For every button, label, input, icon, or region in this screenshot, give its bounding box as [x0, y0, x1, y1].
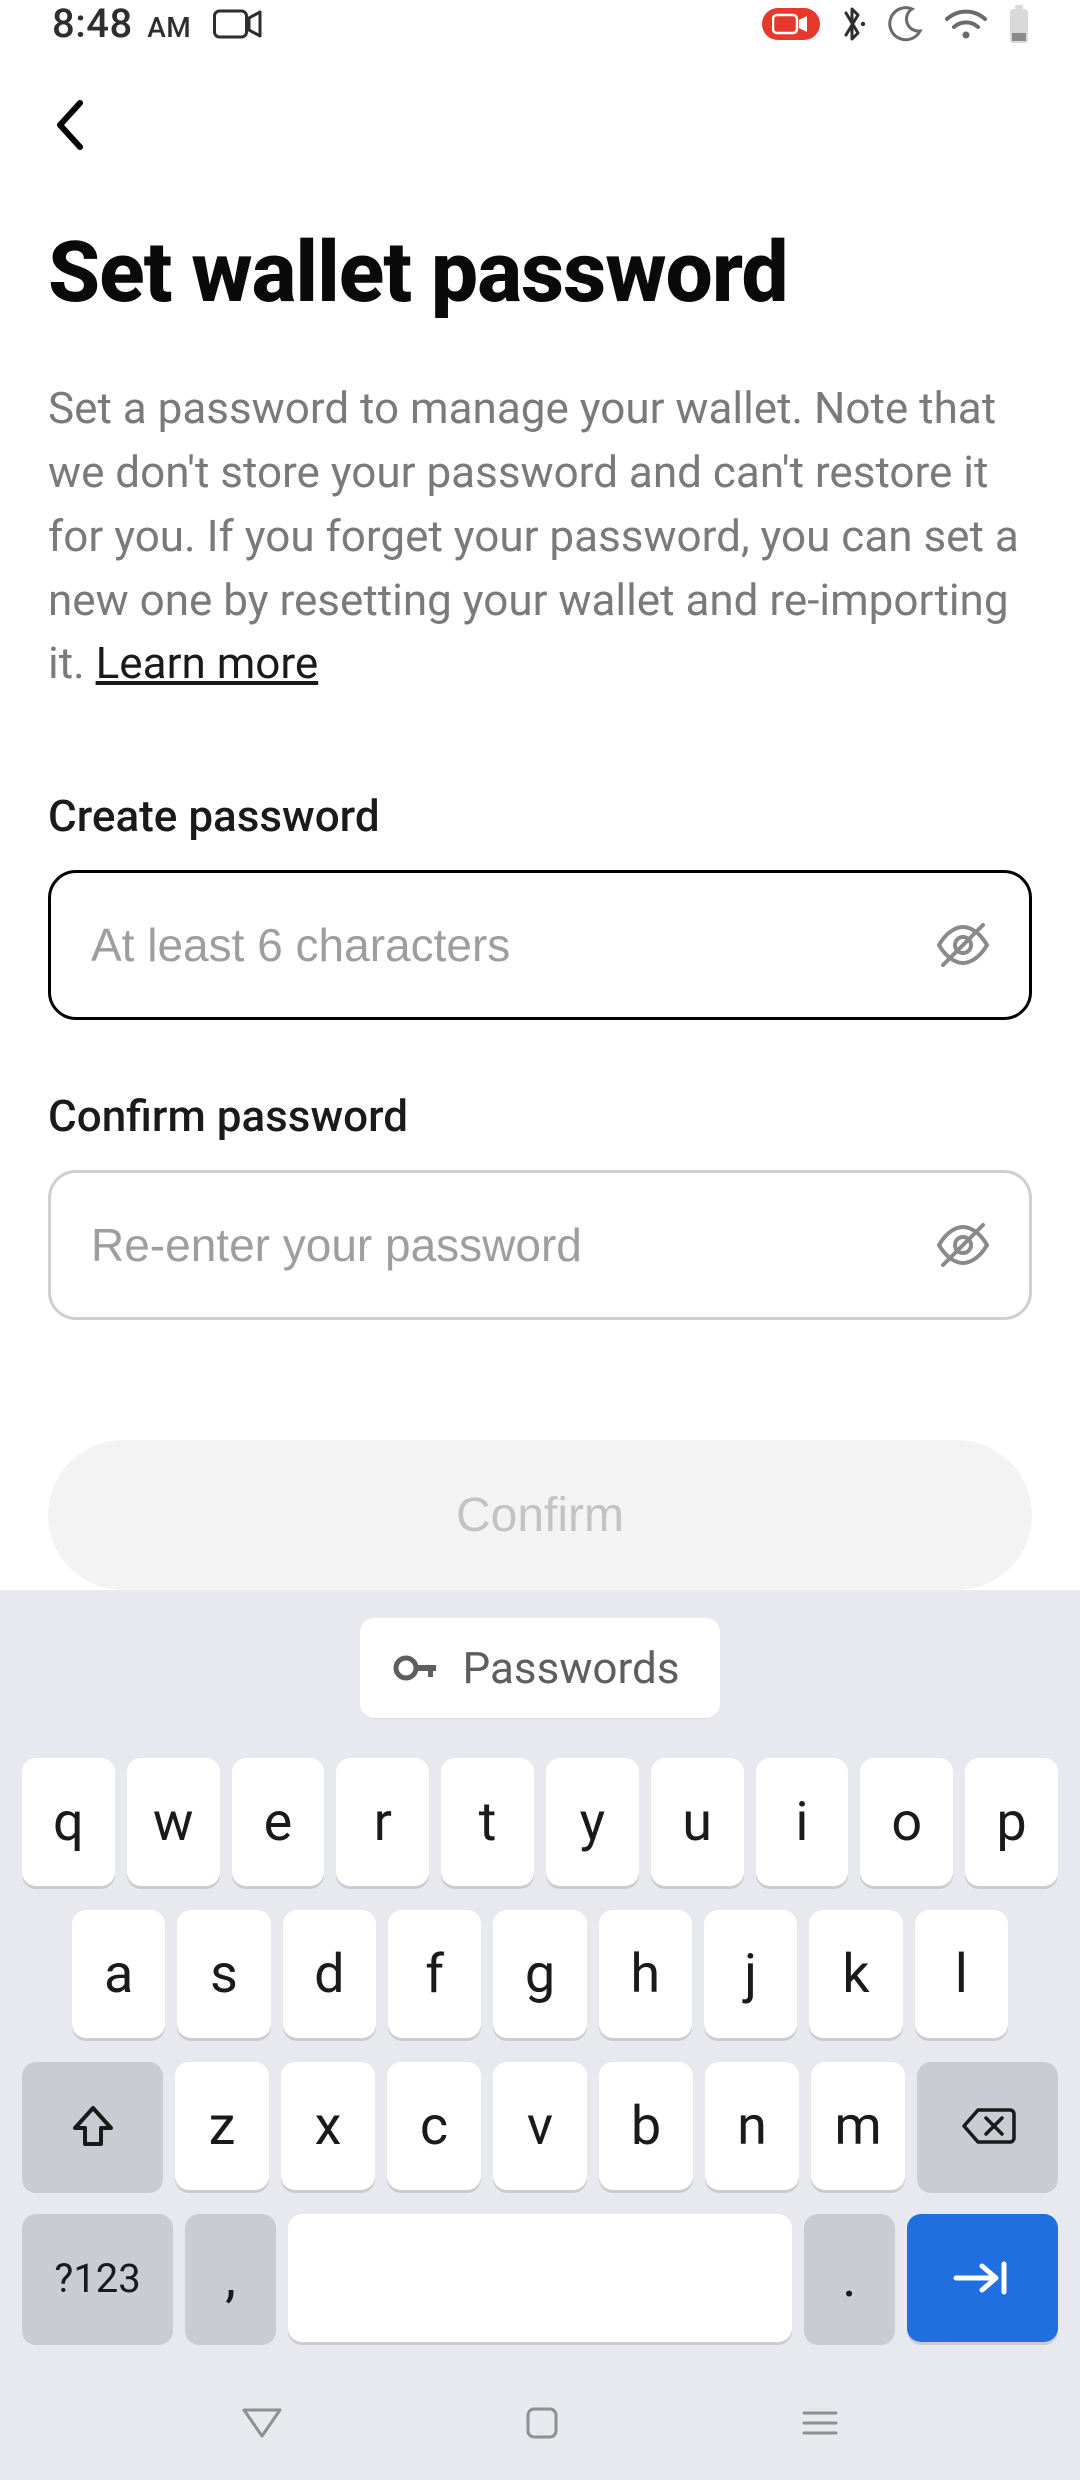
nav-home-button[interactable]: [524, 2405, 560, 2445]
key-symbols[interactable]: ?123: [22, 2214, 173, 2342]
keyboard-suggestion-row: Passwords: [0, 1618, 1080, 1740]
learn-more-link[interactable]: Learn more: [96, 637, 319, 689]
nav-back-icon: [240, 2406, 284, 2440]
key-z[interactable]: z: [175, 2062, 269, 2190]
nav-home-icon: [524, 2405, 560, 2441]
passwords-suggestion[interactable]: Passwords: [360, 1618, 719, 1718]
page-content: Set wallet password Set a password to ma…: [0, 47, 1080, 1590]
key-g[interactable]: g: [493, 1910, 586, 2038]
key-w[interactable]: w: [127, 1758, 220, 1886]
key-e[interactable]: e: [232, 1758, 325, 1886]
confirm-button[interactable]: Confirm: [48, 1440, 1032, 1590]
status-time: 8:48 AM: [52, 0, 191, 47]
status-bar: 8:48 AM: [0, 0, 1080, 47]
key-i[interactable]: i: [756, 1758, 849, 1886]
page-description: Set a password to manage your wallet. No…: [48, 377, 1032, 696]
status-time-hhmm: 8:48: [52, 0, 133, 47]
confirm-password-field-wrap[interactable]: [48, 1170, 1032, 1320]
nav-back-button[interactable]: [240, 2406, 284, 2444]
toggle-create-password-visibility[interactable]: [923, 905, 1003, 985]
key-o[interactable]: o: [860, 1758, 953, 1886]
key-h[interactable]: h: [599, 1910, 692, 2038]
key-k[interactable]: k: [809, 1910, 902, 2038]
key-j[interactable]: j: [704, 1910, 797, 2038]
moon-icon: [884, 3, 926, 45]
create-password-input[interactable]: [91, 918, 923, 972]
wifi-icon: [944, 7, 988, 41]
key-p[interactable]: p: [965, 1758, 1058, 1886]
backspace-icon: [960, 2106, 1016, 2146]
bluetooth-icon: [838, 3, 866, 45]
key-x[interactable]: x: [281, 2062, 375, 2190]
key-comma[interactable]: ,: [185, 2214, 276, 2342]
key-s[interactable]: s: [177, 1910, 270, 2038]
key-space[interactable]: [288, 2214, 792, 2342]
video-icon: [213, 8, 263, 40]
status-left: 8:48 AM: [52, 0, 263, 47]
key-icon: [390, 1644, 438, 1692]
status-right: [762, 3, 1032, 45]
key-n[interactable]: n: [705, 2062, 799, 2190]
eye-off-icon: [933, 1215, 993, 1275]
tab-arrow-icon: [950, 2258, 1014, 2298]
chevron-left-icon: [50, 95, 90, 155]
create-password-field-wrap[interactable]: [48, 870, 1032, 1020]
system-nav-bar: [0, 2370, 1080, 2480]
back-button[interactable]: [40, 95, 100, 155]
battery-icon: [1006, 3, 1032, 45]
key-shift[interactable]: [22, 2062, 163, 2190]
key-u[interactable]: u: [651, 1758, 744, 1886]
keyboard: q w e r t y u i o p a s d f g h j k l z: [0, 1740, 1080, 2370]
passwords-suggestion-label: Passwords: [462, 1642, 679, 1694]
key-c[interactable]: c: [387, 2062, 481, 2190]
status-time-ampm: AM: [147, 11, 191, 44]
keyboard-row-4: ?123 , .: [22, 2214, 1058, 2342]
keyboard-row-2: a s d f g h j k l: [22, 1910, 1058, 2038]
keyboard-area: Passwords q w e r t y u i o p a s d f g …: [0, 1590, 1080, 2480]
key-v[interactable]: v: [493, 2062, 587, 2190]
key-m[interactable]: m: [811, 2062, 905, 2190]
key-f[interactable]: f: [388, 1910, 481, 2038]
recording-badge: [762, 8, 820, 40]
key-t[interactable]: t: [441, 1758, 534, 1886]
toggle-confirm-password-visibility[interactable]: [923, 1205, 1003, 1285]
key-r[interactable]: r: [336, 1758, 429, 1886]
eye-off-icon: [933, 915, 993, 975]
confirm-password-label: Confirm password: [48, 1090, 1032, 1142]
confirm-password-input[interactable]: [91, 1218, 923, 1272]
key-l[interactable]: l: [915, 1910, 1008, 2038]
key-d[interactable]: d: [283, 1910, 376, 2038]
nav-recents-button[interactable]: [800, 2408, 840, 2442]
keyboard-row-3: z x c v b n m: [22, 2062, 1058, 2190]
key-period[interactable]: .: [804, 2214, 895, 2342]
page-title: Set wallet password: [48, 229, 1032, 317]
key-enter[interactable]: [907, 2214, 1058, 2342]
key-backspace[interactable]: [917, 2062, 1058, 2190]
key-q[interactable]: q: [22, 1758, 115, 1886]
key-b[interactable]: b: [599, 2062, 693, 2190]
nav-recents-icon: [800, 2408, 840, 2438]
key-y[interactable]: y: [546, 1758, 639, 1886]
key-a[interactable]: a: [72, 1910, 165, 2038]
shift-icon: [71, 2102, 115, 2150]
keyboard-row-1: q w e r t y u i o p: [22, 1758, 1058, 1886]
create-password-label: Create password: [48, 790, 1032, 842]
